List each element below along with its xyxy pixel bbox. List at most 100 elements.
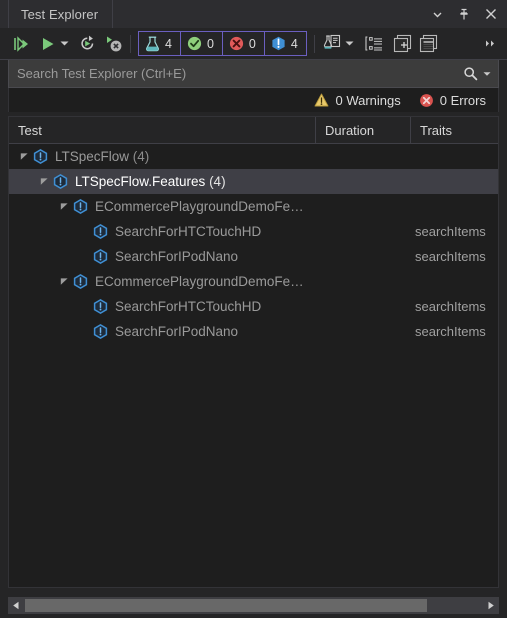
row-status-icon <box>71 274 89 289</box>
row-label: ECommercePlaygroundDemoFe… <box>95 274 304 289</box>
row-traits-cell: searchItems <box>415 224 486 239</box>
pin-icon[interactable] <box>456 6 472 22</box>
row-status-icon <box>91 249 109 264</box>
row-status-icon <box>51 174 69 189</box>
run-all-tests-button[interactable] <box>12 32 32 56</box>
row-test-cell: ECommercePlaygroundDemoFe… <box>9 274 316 289</box>
test-grid: Test Duration Traits LTSpecFlow (4) LTSpe… <box>8 116 499 588</box>
scroll-left-icon[interactable] <box>8 597 25 614</box>
close-icon[interactable] <box>483 6 499 22</box>
run-button[interactable] <box>39 32 57 56</box>
x-circle-icon <box>229 36 244 51</box>
search-input[interactable] <box>9 65 463 82</box>
search-dropdown-icon[interactable] <box>483 71 491 77</box>
test-playlist-button[interactable] <box>322 32 342 56</box>
row-test-cell: SearchForHTCTouchHD <box>9 224 316 239</box>
counter-total[interactable]: 4 <box>139 32 181 55</box>
page-title: Test Explorer <box>21 6 99 22</box>
row-twisty[interactable] <box>57 202 71 211</box>
row-searchforipodnano-1[interactable]: SearchForIPodNano searchItems <box>9 244 498 269</box>
scroll-right-icon[interactable] <box>482 597 499 614</box>
row-twisty[interactable] <box>37 177 51 186</box>
repeat-last-run-button[interactable] <box>78 32 97 56</box>
expanded-twisty-icon[interactable] <box>20 152 29 161</box>
check-circle-icon <box>187 36 202 51</box>
row-label: SearchForHTCTouchHD <box>115 299 262 314</box>
tool-window-tab[interactable]: Test Explorer <box>8 0 114 28</box>
playlist-dropdown-button[interactable] <box>342 32 357 56</box>
collapse-all-button[interactable] <box>419 32 438 56</box>
not-run-icon <box>73 199 87 214</box>
row-test-cell: ECommercePlaygroundDemoFe… <box>9 199 316 214</box>
scrollbar-track[interactable] <box>25 597 482 614</box>
status-bar: 0 Warnings 0 Errors <box>8 88 499 112</box>
row-twisty[interactable] <box>57 277 71 286</box>
row-test-cell: SearchForIPodNano <box>9 249 316 264</box>
not-run-icon <box>93 224 107 239</box>
row-status-icon <box>91 299 109 314</box>
chevron-down-icon[interactable] <box>429 6 445 22</box>
row-status-icon <box>91 324 109 339</box>
horizontal-scrollbar[interactable] <box>8 597 499 614</box>
row-count: (4) <box>129 149 150 164</box>
row-status-icon <box>31 149 49 164</box>
row-searchforhtctouchhd-1[interactable]: SearchForHTCTouchHD searchItems <box>9 219 498 244</box>
not-run-icon <box>93 249 107 264</box>
row-test-cell: LTSpecFlow.Features (4) <box>9 174 316 189</box>
row-count: (4) <box>205 174 226 189</box>
not-run-icon <box>93 299 107 314</box>
column-header-test[interactable]: Test <box>9 117 316 143</box>
row-traits-cell: searchItems <box>415 324 486 339</box>
not-run-icon <box>73 274 87 289</box>
column-header-test-label: Test <box>18 122 42 138</box>
row-traits-cell: searchItems <box>415 299 486 314</box>
toolbar-overflow-button[interactable] <box>485 32 507 56</box>
warnings-label: 0 Warnings <box>335 92 401 108</box>
row-label: SearchForIPodNano <box>115 249 239 264</box>
column-header-traits[interactable]: Traits <box>411 117 498 143</box>
expanded-twisty-icon[interactable] <box>40 177 49 186</box>
warning-triangle-icon <box>315 93 329 107</box>
counter-passed[interactable]: 0 <box>181 32 223 55</box>
row-searchforhtctouchhd-2[interactable]: SearchForHTCTouchHD searchItems <box>9 294 498 319</box>
row-twisty[interactable] <box>17 152 31 161</box>
test-counters: 4 0 0 4 <box>138 31 307 56</box>
row-status-icon <box>91 224 109 239</box>
errors-status[interactable]: 0 Errors <box>419 93 486 108</box>
row-label: SearchForIPodNano <box>115 324 239 339</box>
window-titlebar: Test Explorer <box>0 0 507 28</box>
warnings-status[interactable]: 0 Warnings <box>314 92 401 108</box>
counter-failed-value: 0 <box>248 36 256 51</box>
toolbar-separator-2 <box>313 34 315 53</box>
row-test-cell: SearchForHTCTouchHD <box>9 299 316 314</box>
error-circle-icon <box>419 93 433 107</box>
expand-all-button[interactable] <box>393 32 412 56</box>
counter-failed[interactable]: 0 <box>223 32 265 55</box>
row-ecommerce-feature-1[interactable]: ECommercePlaygroundDemoFe… <box>9 194 498 219</box>
row-traits-cell: searchItems <box>415 249 486 264</box>
search-bar <box>8 60 499 88</box>
row-label: ECommercePlaygroundDemoFe… <box>95 199 304 214</box>
search-icon[interactable] <box>463 66 478 81</box>
row-searchforipodnano-2[interactable]: SearchForIPodNano searchItems <box>9 319 498 344</box>
counter-not-run-value: 4 <box>290 36 298 51</box>
column-header-duration[interactable]: Duration <box>316 117 411 143</box>
errors-label: 0 Errors <box>439 92 486 108</box>
row-ecommerce-feature-2[interactable]: ECommercePlaygroundDemoFe… <box>9 269 498 294</box>
column-header-duration-label: Duration <box>325 122 375 138</box>
not-run-icon <box>93 324 107 339</box>
row-ltspecflow-features[interactable]: LTSpecFlow.Features (4) <box>9 169 498 194</box>
row-ltspecflow[interactable]: LTSpecFlow (4) <box>9 144 498 169</box>
row-label: LTSpecFlow (4) <box>55 149 150 164</box>
run-dropdown-button[interactable] <box>57 32 71 56</box>
group-by-button[interactable] <box>364 32 386 56</box>
stop-test-run-button[interactable] <box>104 32 123 56</box>
not-run-icon <box>33 149 47 164</box>
scrollbar-thumb[interactable] <box>25 599 428 612</box>
info-hexagon-icon <box>272 36 285 51</box>
expanded-twisty-icon[interactable] <box>60 277 69 286</box>
column-header-traits-label: Traits <box>420 122 453 138</box>
counter-not-run[interactable]: 4 <box>265 32 306 55</box>
expanded-twisty-icon[interactable] <box>60 202 69 211</box>
titlebar-spacer <box>113 0 429 28</box>
